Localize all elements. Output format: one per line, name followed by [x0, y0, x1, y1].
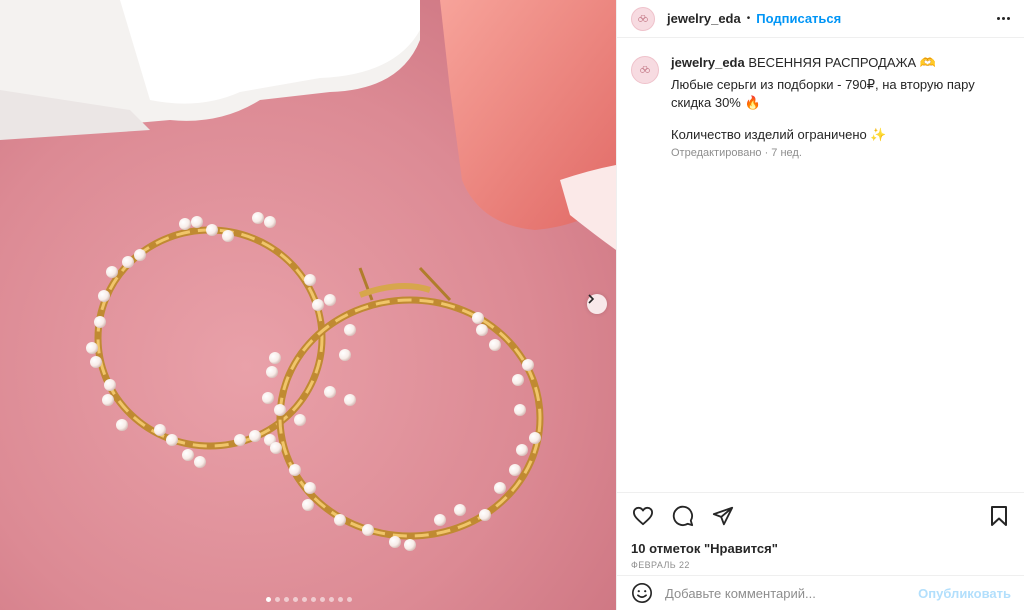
more-options-icon[interactable]: [997, 17, 1010, 20]
post-caption: jewelry_eda ВЕСЕННЯЯ РАСПРОДАЖА 🫶 Любые …: [617, 38, 1024, 162]
caption-avatar[interactable]: [631, 56, 659, 84]
header-username[interactable]: jewelry_eda: [667, 11, 741, 26]
post-date[interactable]: ФЕВРАЛЬ 22: [631, 560, 1011, 570]
paper-plane-icon: [712, 506, 734, 526]
smiley-icon: [632, 583, 652, 603]
like-button[interactable]: [631, 504, 655, 528]
caption-line-3: Количество изделий ограничено ✨: [671, 127, 887, 142]
carousel-dot: [266, 597, 271, 602]
post-actions: 10 отметок "Нравится" ФЕВРАЛЬ 22: [617, 492, 1024, 570]
separator-dot: •: [746, 13, 751, 24]
bookmark-icon: [991, 506, 1007, 526]
comment-bar: Опубликовать: [617, 575, 1024, 610]
follow-button[interactable]: Подписаться: [756, 11, 841, 26]
carousel-dot: [293, 597, 298, 602]
likes-count[interactable]: 10 отметок "Нравится": [631, 541, 1011, 556]
carousel-dot: [338, 597, 343, 602]
carousel-dot: [302, 597, 307, 602]
post-side-panel: jewelry_eda • Подписаться jewelry_eda ВЕ…: [616, 0, 1024, 610]
comment-button[interactable]: [671, 504, 695, 528]
avatar[interactable]: [631, 6, 655, 31]
publish-button[interactable]: Опубликовать: [918, 586, 1011, 601]
carousel-indicator: [266, 597, 352, 602]
comment-bubble-icon: [672, 505, 694, 527]
post-photo[interactable]: [0, 0, 616, 610]
caption-body: jewelry_eda ВЕСЕННЯЯ РАСПРОДАЖА 🫶 Любые …: [671, 54, 1007, 162]
pearl-hoop-earrings-photo: [0, 0, 616, 551]
carousel-dot: [347, 597, 352, 602]
flower-logo-icon: [638, 14, 648, 22]
flower-logo-icon: [640, 66, 650, 73]
heart-icon: [633, 506, 653, 526]
post-header: jewelry_eda • Подписаться: [617, 0, 1024, 38]
share-button[interactable]: [711, 504, 735, 528]
caption-line-1: ВЕСЕННЯЯ РАСПРОДАЖА 🫶: [748, 55, 936, 70]
edited-timestamp: Отредактировано · 7 нед.: [671, 147, 802, 159]
action-icons: [631, 503, 1011, 529]
carousel-dot: [275, 597, 280, 602]
emoji-button[interactable]: [631, 582, 653, 604]
comment-input[interactable]: [665, 585, 915, 601]
carousel-dot: [329, 597, 334, 602]
carousel-dot: [320, 597, 325, 602]
chevron-right-icon: [588, 294, 595, 304]
carousel-dot: [284, 597, 289, 602]
caption-username[interactable]: jewelry_eda: [671, 55, 745, 70]
carousel-dot: [311, 597, 316, 602]
caption-line-2: Любые серьги из подборки - 790₽, на втор…: [671, 77, 975, 110]
save-button[interactable]: [987, 504, 1011, 528]
carousel-next-button[interactable]: [587, 294, 607, 314]
